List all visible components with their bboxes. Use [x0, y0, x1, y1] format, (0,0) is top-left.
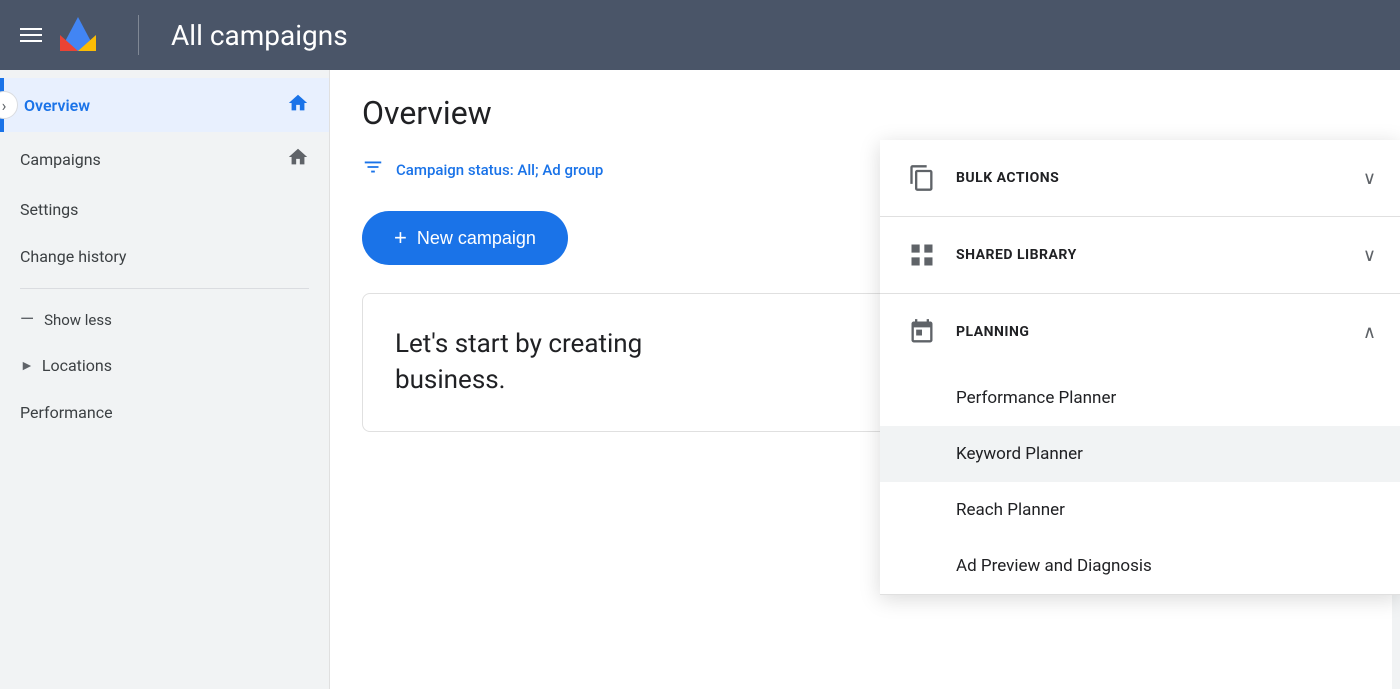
keyword-planner-item[interactable]: Keyword Planner: [880, 426, 1400, 482]
bulk-actions-header[interactable]: BULK ACTIONS ∨: [880, 140, 1400, 216]
ad-preview-item[interactable]: Ad Preview and Diagnosis: [880, 538, 1400, 594]
sidebar-item-performance[interactable]: Performance: [0, 389, 329, 436]
sidebar-item-change-history[interactable]: Change history: [0, 233, 329, 280]
planning-chevron: ∧: [1363, 322, 1376, 343]
sidebar-divider: [20, 288, 309, 289]
sidebar-item-settings[interactable]: Settings: [0, 186, 329, 233]
minus-icon: —: [20, 309, 34, 330]
sidebar-item-campaigns[interactable]: Campaigns: [0, 132, 329, 186]
planning-label: PLANNING: [956, 324, 1347, 340]
bulk-actions-icon: [904, 160, 940, 196]
shared-library-label: SHARED LIBRARY: [956, 247, 1347, 263]
header: All campaigns: [0, 0, 1400, 70]
shared-library-header[interactable]: SHARED LIBRARY ∨: [880, 217, 1400, 293]
locations-arrow-icon: ►: [20, 357, 34, 374]
planning-items: Performance Planner Keyword Planner Reac…: [880, 370, 1400, 594]
bulk-actions-chevron: ∨: [1363, 168, 1376, 189]
collapse-button[interactable]: ›: [0, 91, 18, 119]
app-logo: [58, 15, 98, 55]
dropdown-section-planning: PLANNING ∧ Performance Planner Keyword P…: [880, 294, 1400, 595]
shared-library-icon: [904, 237, 940, 273]
filter-text: Campaign status: All; Ad group: [396, 161, 603, 179]
shared-library-chevron: ∨: [1363, 245, 1376, 266]
planning-header[interactable]: PLANNING ∧: [880, 294, 1400, 370]
main-layout: Overview › Campaigns Settings Change his…: [0, 70, 1400, 689]
filter-icon: [362, 156, 384, 183]
menu-button[interactable]: [20, 28, 42, 42]
header-divider: [138, 15, 139, 55]
dropdown-panel: BULK ACTIONS ∨ SHARED LIBRARY ∨: [880, 140, 1400, 595]
sidebar-item-overview[interactable]: Overview ›: [0, 78, 329, 132]
dropdown-section-bulk-actions: BULK ACTIONS ∨: [880, 140, 1400, 217]
reach-planner-item[interactable]: Reach Planner: [880, 482, 1400, 538]
plus-icon: +: [394, 225, 407, 251]
campaigns-home-icon: [287, 146, 309, 172]
new-campaign-button[interactable]: + New campaign: [362, 211, 568, 265]
page-header-title: All campaigns: [171, 19, 348, 52]
home-icon: [287, 92, 309, 118]
content-title: Overview: [362, 94, 1368, 132]
sidebar: Overview › Campaigns Settings Change his…: [0, 70, 330, 689]
dropdown-section-shared-library: SHARED LIBRARY ∨: [880, 217, 1400, 294]
performance-planner-item[interactable]: Performance Planner: [880, 370, 1400, 426]
planning-icon: [904, 314, 940, 350]
show-less-button[interactable]: — Show less: [0, 297, 329, 342]
sidebar-item-locations[interactable]: ► Locations: [0, 342, 329, 389]
bulk-actions-label: BULK ACTIONS: [956, 170, 1347, 186]
